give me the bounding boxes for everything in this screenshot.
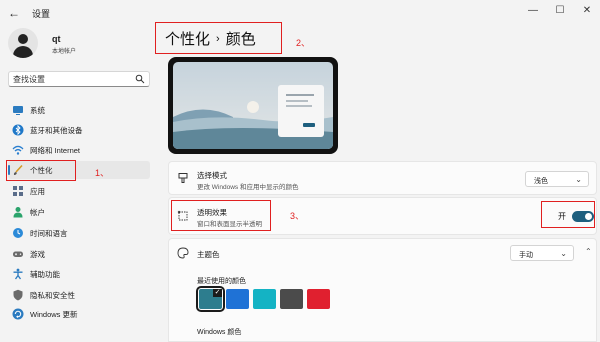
sidebar-item-label: 应用 bbox=[30, 187, 45, 196]
user-name: qt bbox=[52, 34, 61, 44]
accent-title: 主题色 bbox=[197, 250, 220, 259]
mode-dropdown[interactable]: 浅色 ⌄ bbox=[525, 171, 589, 187]
highlight-box-breadcrumb bbox=[155, 22, 282, 54]
gamepad-icon bbox=[13, 251, 23, 257]
highlight-box-toggle bbox=[541, 201, 595, 228]
wifi-icon bbox=[12, 145, 24, 155]
sidebar-item-accounts[interactable]: 帐户 bbox=[8, 203, 150, 221]
title-bar: ← 设置 — ☐ ✕ bbox=[0, 0, 600, 26]
palette-brush-icon bbox=[178, 173, 188, 183]
color-swatch-gray[interactable] bbox=[280, 289, 303, 309]
monitor-icon bbox=[13, 106, 23, 115]
annotation-one: 1、 bbox=[95, 168, 110, 178]
check-icon: ✓ bbox=[213, 289, 222, 297]
recent-colors-label: 最近使用的颜色 bbox=[197, 278, 246, 285]
accent-dropdown[interactable]: 手动 ⌄ bbox=[510, 245, 574, 261]
shield-icon bbox=[13, 289, 23, 301]
apps-icon bbox=[13, 186, 23, 196]
accessibility-icon bbox=[13, 268, 23, 280]
sidebar-item-label: 时间和语言 bbox=[30, 229, 68, 238]
person-icon bbox=[13, 207, 23, 218]
color-swatch-blue[interactable] bbox=[226, 289, 249, 309]
sidebar-item-label: 隐私和安全性 bbox=[30, 291, 75, 300]
sidebar-item-label: Windows 更新 bbox=[30, 310, 78, 319]
minimize-icon[interactable]: — bbox=[524, 3, 542, 19]
close-icon[interactable]: ✕ bbox=[578, 3, 596, 19]
mode-description: 更改 Windows 和应用中显示的颜色 bbox=[197, 184, 299, 191]
sidebar-item-bluetooth[interactable]: 蓝牙和其他设备 bbox=[8, 121, 150, 139]
bluetooth-icon bbox=[12, 124, 24, 136]
sidebar-item-network[interactable]: 网络和 Internet bbox=[8, 141, 150, 159]
chevron-down-icon: ⌄ bbox=[575, 175, 582, 184]
mode-title: 选择模式 bbox=[197, 171, 227, 180]
chevron-up-icon[interactable]: ⌃ bbox=[585, 247, 592, 256]
mode-setting-card[interactable]: 选择模式 更改 Windows 和应用中显示的颜色 浅色 ⌄ bbox=[168, 161, 597, 195]
accent-palette-icon bbox=[177, 247, 189, 259]
sidebar-item-gaming[interactable]: 游戏 bbox=[8, 245, 150, 263]
search-placeholder: 查找设置 bbox=[13, 75, 45, 84]
avatar bbox=[8, 28, 38, 58]
windows-colors-label: Windows 颜色 bbox=[197, 329, 242, 336]
highlight-box-personalization bbox=[6, 160, 76, 181]
annotation-three: 3、 bbox=[290, 211, 305, 221]
mode-dropdown-value: 浅色 bbox=[534, 178, 548, 185]
account-type: 本地帐户 bbox=[52, 49, 77, 55]
sidebar-item-label: 辅助功能 bbox=[30, 270, 60, 279]
sidebar-item-label: 网络和 Internet bbox=[30, 146, 81, 155]
sidebar-item-label: 帐户 bbox=[30, 208, 45, 217]
theme-preview bbox=[168, 57, 338, 154]
sidebar-item-label: 蓝牙和其他设备 bbox=[30, 126, 83, 135]
sidebar-item-time-language[interactable]: 时间和语言 bbox=[8, 224, 150, 242]
update-icon bbox=[12, 308, 24, 320]
globe-clock-icon bbox=[13, 228, 23, 238]
maximize-icon[interactable]: ☐ bbox=[551, 3, 569, 19]
color-swatch-cyan[interactable] bbox=[253, 289, 276, 309]
sidebar-item-label: 游戏 bbox=[30, 250, 45, 259]
preview-window bbox=[278, 85, 324, 137]
highlight-box-transparency bbox=[171, 200, 271, 231]
search-input[interactable]: 查找设置 bbox=[8, 71, 150, 87]
sidebar-item-accessibility[interactable]: 辅助功能 bbox=[8, 265, 150, 283]
color-swatch-teal[interactable]: ✓ bbox=[196, 286, 225, 312]
accent-dropdown-value: 手动 bbox=[519, 252, 533, 259]
sidebar-item-label: 系统 bbox=[30, 106, 45, 115]
chevron-down-icon: ⌄ bbox=[560, 249, 567, 258]
sidebar-item-apps[interactable]: 应用 bbox=[8, 182, 150, 200]
sidebar-item-system[interactable]: 系统 bbox=[8, 101, 150, 119]
back-arrow-icon[interactable]: ← bbox=[6, 5, 22, 21]
preview-wallpaper bbox=[173, 62, 333, 149]
app-title: 设置 bbox=[32, 9, 51, 19]
sidebar-item-windows-update[interactable]: Windows 更新 bbox=[8, 305, 150, 323]
color-swatch-red[interactable] bbox=[307, 289, 330, 309]
search-icon bbox=[135, 74, 145, 84]
sidebar-item-privacy[interactable]: 隐私和安全性 bbox=[8, 286, 150, 304]
annotation-two: 2、 bbox=[296, 38, 311, 48]
